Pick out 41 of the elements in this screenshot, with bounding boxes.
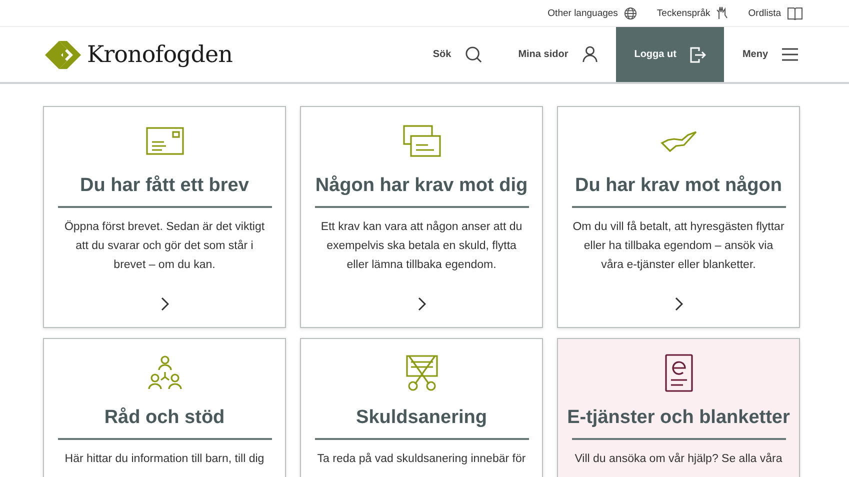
- card-title: Du har krav mot någon: [575, 175, 782, 197]
- top-link[interactable]: Teckenspråk: [656, 6, 728, 20]
- top-link[interactable]: Ordlista: [748, 6, 803, 20]
- top-link[interactable]: Other languages: [548, 6, 637, 20]
- globe-icon: [624, 6, 637, 20]
- search-icon: [465, 46, 482, 63]
- topic-card[interactable]: E-tjänster och blanketter Vill du ansöka om vår hjälp? Se alla våra: [557, 338, 800, 477]
- card-title: E-tjänster och blanketter: [567, 407, 790, 429]
- card-text: Här hittar du information till barn, till dig: [64, 452, 264, 467]
- card-text: Ett krav kan vara att någon anser att du exempelvis ska betala en skuld, flytta eller lämna tillbaka egendom.: [320, 220, 524, 273]
- logo-icon: [45, 40, 81, 68]
- card-title: Du har fått ett brev: [80, 175, 249, 197]
- book-icon: [787, 6, 803, 20]
- topic-card[interactable]: Du har fått ett brev Öppna först brevet. Sedan är det viktigt att du svarar och gör det som står i brevet – om du kan.: [43, 106, 286, 328]
- user-icon: [582, 46, 598, 63]
- logout-button[interactable]: Logga ut: [616, 27, 724, 82]
- menu-icon: [782, 48, 798, 61]
- card-text: Om du vill få betalt, att hyresgästen flyttar eller ha tillbaka egendom – ansök via våra e-tjänster eller blanketter.: [572, 220, 784, 273]
- chevron-right-icon: [160, 297, 168, 311]
- card-title: Råd och stöd: [104, 407, 225, 429]
- chevron-right-icon: [674, 297, 682, 311]
- card-title: Skuldsanering: [356, 407, 487, 429]
- people-icon: [146, 355, 184, 391]
- envelope-icon: [146, 127, 184, 155]
- logout-icon: [690, 46, 706, 62]
- topic-card[interactable]: Du har krav mot någon Om du vill få betalt, att hyresgästen flyttar eller ha tillbaka egendom – ansök via våra e-tjänster eller blanketter.: [557, 106, 800, 328]
- topic-card[interactable]: Råd och stöd Här hittar du information till barn, till dig: [43, 338, 286, 477]
- logo[interactable]: Kronofogden: [45, 40, 232, 68]
- card-title: Någon har krav mot dig: [315, 175, 528, 197]
- scissors-icon: [404, 354, 438, 392]
- card-text: Ta reda på vad skuldsanering innebär för: [317, 452, 526, 467]
- chevron-right-icon: [418, 297, 426, 311]
- nav-link[interactable]: Meny: [724, 27, 816, 82]
- cards-icon: [402, 125, 440, 157]
- card-text: Öppna först brevet. Sedan är det viktigt att du svarar och gör det som står i brevet – om du kan.: [63, 219, 266, 273]
- e-document-icon: [664, 354, 692, 392]
- card-text: Vill du ansöka om vår hjälp? Se alla våra: [574, 452, 782, 467]
- nav-link[interactable]: Sök: [414, 27, 500, 82]
- topic-card[interactable]: Skuldsanering Ta reda på vad skuldsanering innebär för: [300, 338, 543, 477]
- nav-link[interactable]: Mina sidor: [500, 27, 616, 82]
- topic-card[interactable]: Någon har krav mot dig Ett krav kan vara att någon anser att du exempelvis ska betala en skuld, flytta eller lämna tillbaka egendom.: [300, 106, 543, 328]
